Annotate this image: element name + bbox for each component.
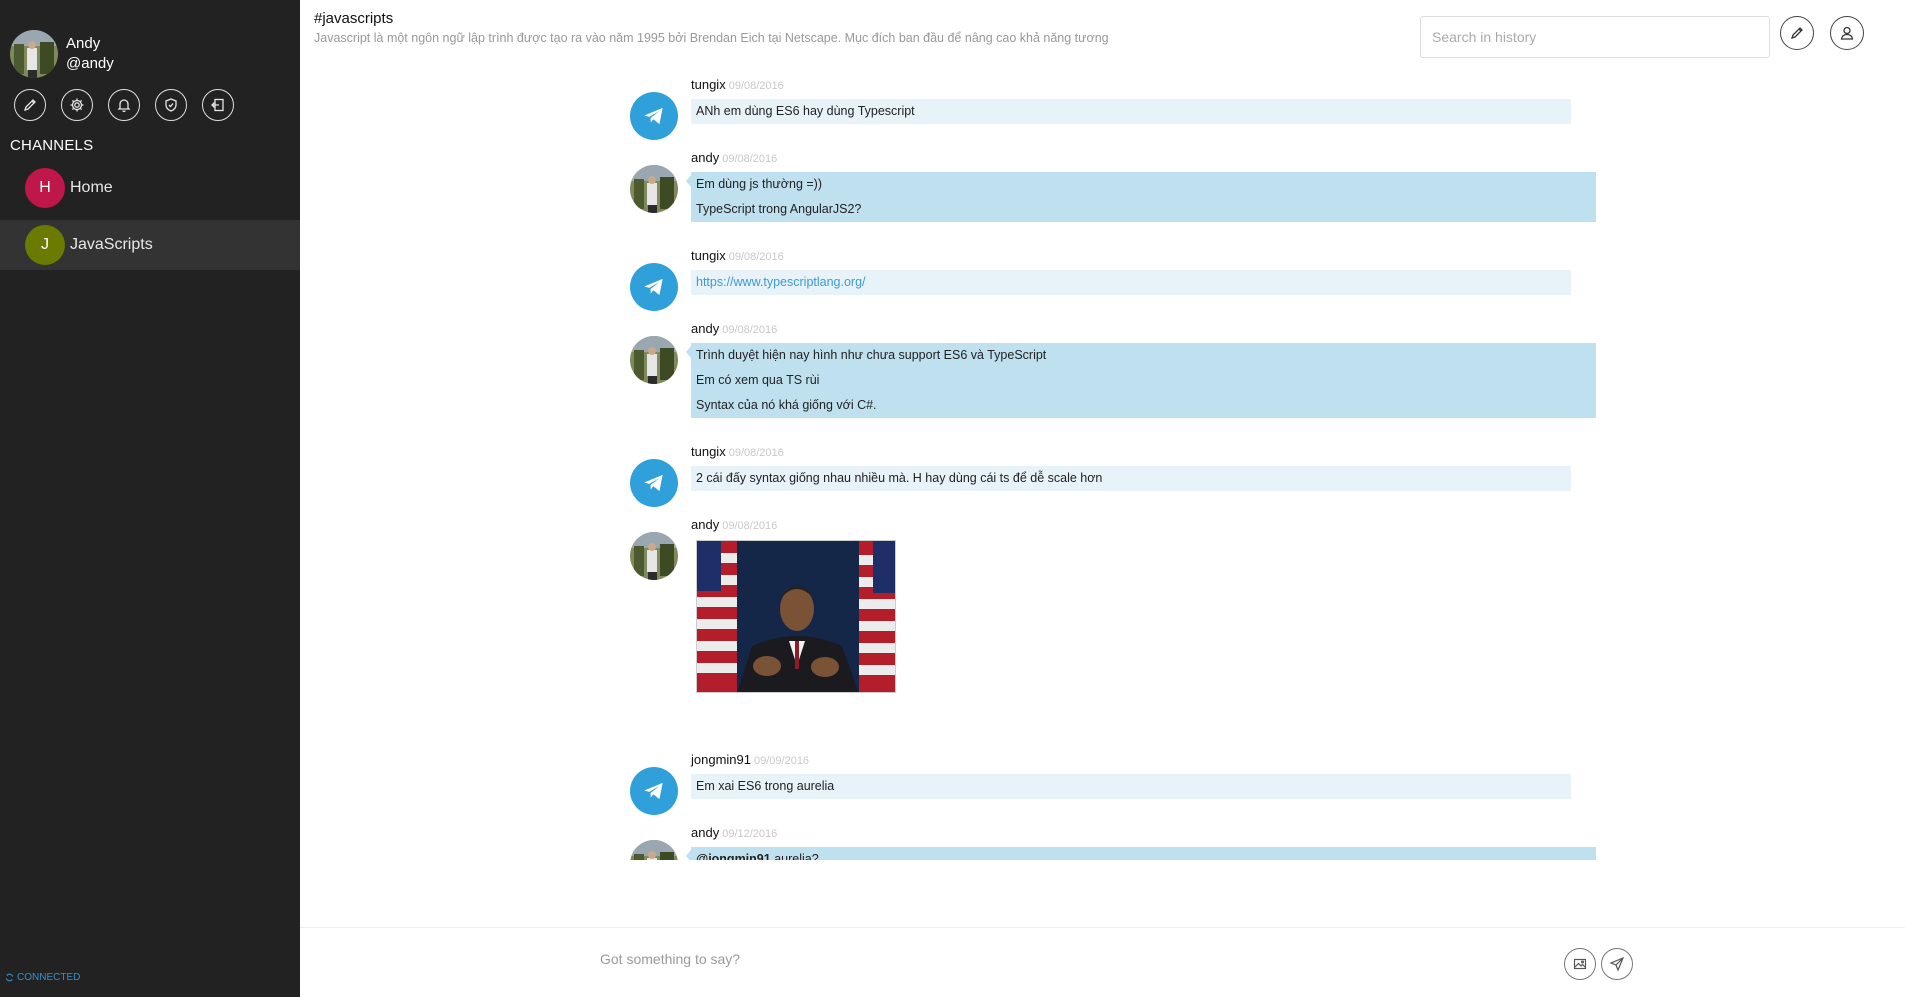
bell-icon bbox=[117, 99, 131, 113]
pencil-icon bbox=[23, 99, 36, 112]
avatar[interactable] bbox=[630, 459, 678, 507]
message-time: 09/08/2016 bbox=[722, 324, 778, 336]
channel-badge: H bbox=[25, 168, 65, 208]
members-button[interactable] bbox=[1830, 16, 1864, 50]
message-text: ANh em dùng ES6 hay dùng Typescript bbox=[696, 104, 915, 118]
channel-item-home[interactable]: H Home bbox=[0, 163, 300, 213]
message-bubble: @jongmin91 aurelia? bbox=[686, 847, 1596, 861]
message-text: TypeScript trong AngularJS2? bbox=[696, 202, 862, 216]
message-header: tungix 09/08/2016 bbox=[691, 77, 784, 92]
message-header: andy 09/12/2016 bbox=[691, 825, 777, 840]
chat-main: #javascripts Javascript là một ngôn ngữ … bbox=[300, 0, 1905, 997]
avatar[interactable] bbox=[630, 92, 678, 140]
send-icon bbox=[1609, 956, 1625, 972]
message-header: tungix 09/08/2016 bbox=[691, 248, 784, 263]
message-text: 2 cái đấy syntax giống nhau nhiều mà. H … bbox=[696, 471, 1103, 485]
shield-icon bbox=[165, 98, 177, 112]
user-display-name: Andy bbox=[66, 35, 101, 52]
profile-actions bbox=[14, 89, 234, 121]
message-author[interactable]: andy bbox=[691, 321, 719, 336]
message-author[interactable]: tungix bbox=[691, 77, 726, 92]
message-author[interactable]: andy bbox=[691, 825, 719, 840]
message-text: Em có xem qua TS rùi bbox=[696, 373, 820, 387]
gear-icon bbox=[70, 98, 84, 112]
channel-header: #javascripts Javascript là một ngôn ngữ … bbox=[300, 0, 1905, 60]
message-header: andy 09/08/2016 bbox=[691, 517, 777, 532]
channel-description: Javascript là một ngôn ngữ lập trình đượ… bbox=[314, 31, 1109, 45]
message-bubble: Trình duyệt hiện nay hình như chưa suppo… bbox=[686, 343, 1596, 418]
message-time: 09/09/2016 bbox=[754, 755, 810, 767]
user-handle: @andy bbox=[66, 55, 114, 72]
message-text: Em xai ES6 trong aurelia bbox=[696, 779, 835, 793]
message-bubble: 2 cái đấy syntax giống nhau nhiều mà. H … bbox=[691, 466, 1571, 491]
connection-status-label: CONNECTED bbox=[17, 972, 81, 983]
avatar[interactable] bbox=[630, 263, 678, 311]
message-time: 09/08/2016 bbox=[722, 153, 778, 165]
message-author[interactable]: jongmin91 bbox=[691, 752, 751, 767]
channel-title: #javascripts bbox=[314, 10, 394, 27]
message-time: 09/08/2016 bbox=[728, 447, 784, 459]
logout-button[interactable] bbox=[202, 89, 234, 121]
user-profile[interactable]: Andy @andy bbox=[10, 30, 114, 78]
message-bubble: Em dùng js thường =)) TypeScript trong A… bbox=[686, 172, 1596, 222]
message-text: Em dùng js thường =)) bbox=[696, 177, 822, 191]
message-time: 09/08/2016 bbox=[728, 80, 784, 92]
sync-icon bbox=[5, 973, 14, 982]
avatar[interactable] bbox=[630, 532, 678, 580]
privacy-button[interactable] bbox=[155, 89, 187, 121]
telegram-icon bbox=[644, 278, 663, 296]
telegram-icon bbox=[644, 782, 663, 800]
message-input[interactable] bbox=[600, 946, 1200, 972]
message-link[interactable]: https://www.typescriptlang.org/ bbox=[696, 275, 866, 289]
message-header: jongmin91 09/09/2016 bbox=[691, 752, 809, 767]
message-author[interactable]: andy bbox=[691, 517, 719, 532]
settings-button[interactable] bbox=[61, 89, 93, 121]
avatar[interactable] bbox=[630, 336, 678, 384]
image-icon bbox=[1573, 958, 1587, 970]
connection-status: CONNECTED bbox=[5, 972, 80, 983]
message-author[interactable]: tungix bbox=[691, 248, 726, 263]
message-header: tungix 09/08/2016 bbox=[691, 444, 784, 459]
message-list[interactable]: tungix 09/08/2016 ANh em dùng ES6 hay dùn… bbox=[630, 73, 1630, 860]
sidebar: Andy @andy CHANNELS H Home J JavaScripts… bbox=[0, 0, 300, 997]
channel-name: Home bbox=[70, 179, 113, 196]
message-header: andy 09/08/2016 bbox=[691, 150, 777, 165]
avatar[interactable] bbox=[630, 840, 678, 860]
send-button[interactable] bbox=[1601, 948, 1633, 980]
channels-heading: CHANNELS bbox=[10, 137, 94, 154]
telegram-icon bbox=[644, 107, 663, 125]
logout-icon bbox=[211, 98, 224, 112]
avatar[interactable] bbox=[630, 165, 678, 213]
edit-channel-button[interactable] bbox=[1780, 16, 1814, 50]
message-composer bbox=[300, 927, 1905, 997]
search-input[interactable] bbox=[1420, 16, 1770, 58]
message-text: aurelia? bbox=[774, 852, 819, 861]
message-text: Trình duyệt hiện nay hình như chưa suppo… bbox=[696, 348, 1047, 362]
pencil-icon bbox=[1790, 27, 1803, 40]
message-author[interactable]: andy bbox=[691, 150, 719, 165]
attach-image-button[interactable] bbox=[1564, 948, 1596, 980]
edit-profile-button[interactable] bbox=[14, 89, 46, 121]
message-time: 09/12/2016 bbox=[722, 828, 778, 840]
channel-name: JavaScripts bbox=[70, 236, 153, 253]
message-bubble: Em xai ES6 trong aurelia bbox=[691, 774, 1571, 799]
message-image[interactable] bbox=[696, 540, 896, 693]
message-mention[interactable]: @jongmin91 bbox=[696, 852, 771, 861]
user-avatar[interactable] bbox=[10, 30, 58, 78]
channel-item-javascripts[interactable]: J JavaScripts bbox=[0, 220, 300, 270]
avatar[interactable] bbox=[630, 767, 678, 815]
message-header: andy 09/08/2016 bbox=[691, 321, 777, 336]
telegram-icon bbox=[644, 474, 663, 492]
user-icon bbox=[1840, 26, 1854, 40]
message-text: Syntax của nó khá giống với C#. bbox=[696, 398, 877, 412]
notifications-button[interactable] bbox=[108, 89, 140, 121]
message-bubble: ANh em dùng ES6 hay dùng Typescript bbox=[691, 99, 1571, 124]
channel-badge: J bbox=[25, 225, 65, 265]
message-author[interactable]: tungix bbox=[691, 444, 726, 459]
message-time: 09/08/2016 bbox=[722, 520, 778, 532]
message-time: 09/08/2016 bbox=[728, 251, 784, 263]
message-bubble: https://www.typescriptlang.org/ bbox=[691, 270, 1571, 295]
